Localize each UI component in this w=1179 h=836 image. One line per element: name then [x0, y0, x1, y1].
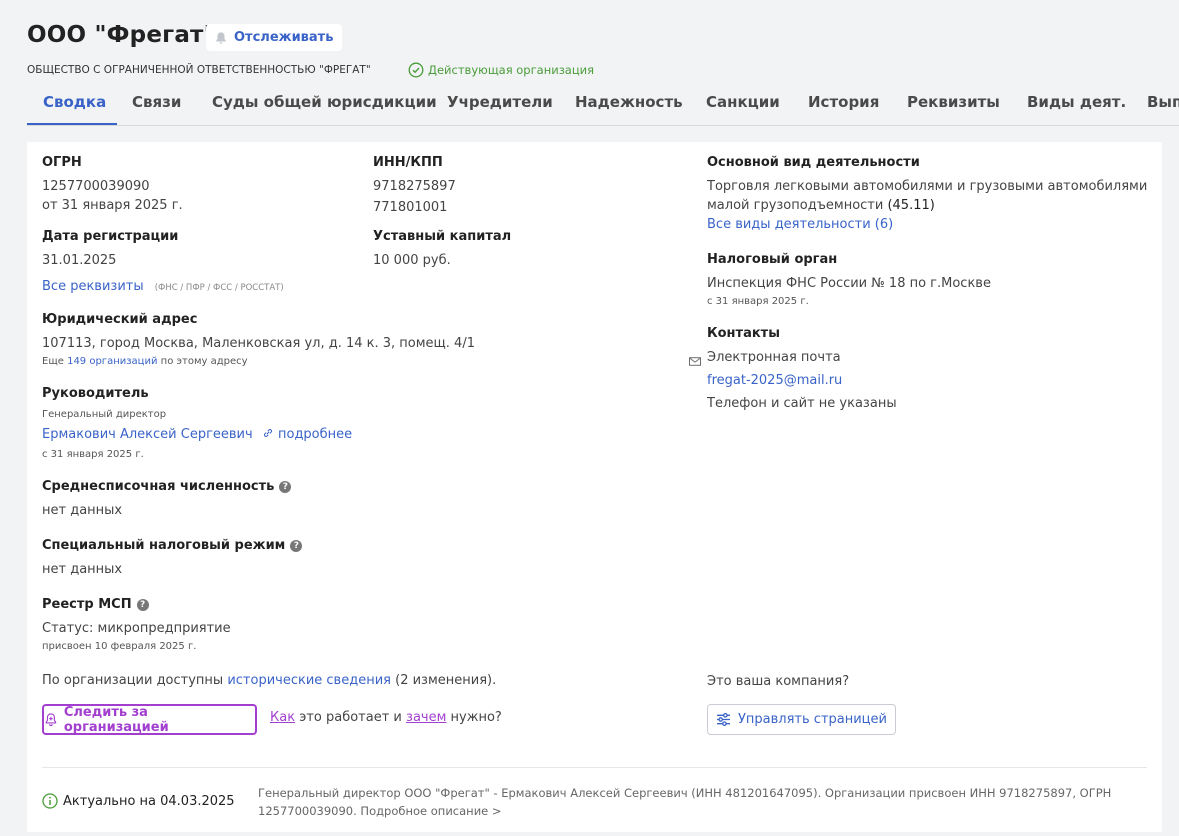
bell-plus-icon — [45, 713, 57, 727]
director-position: Генеральный директор — [42, 409, 167, 420]
follow-label: Отслеживать — [234, 30, 334, 45]
all-requisites-row: Все реквизиты (ФНС / ПФР / ФСС / РОССТАТ… — [42, 275, 284, 294]
ogrn-value: 1257700039090 — [42, 179, 150, 194]
tab-courts[interactable]: Суды общей юрисдикции — [212, 93, 437, 111]
actuality-date: Актуально на 04.03.2025 — [63, 793, 235, 809]
msp-status: Статус: микропредприятие — [42, 621, 231, 636]
bell-icon — [216, 31, 226, 44]
tab-founders[interactable]: Учредители — [447, 93, 553, 111]
tax-office-since: с 31 января 2025 г. — [707, 296, 809, 307]
activity-line1: Торговля легковыми автомобилями и грузов… — [707, 179, 1148, 194]
msp-assigned: присвоен 10 февраля 2025 г. — [42, 641, 197, 652]
tab-summary[interactable]: Сводка — [43, 93, 106, 111]
manage-page-label: Управлять страницей — [738, 712, 887, 727]
history-suffix: (2 изменения). — [395, 673, 497, 688]
history-link[interactable]: исторические сведения — [227, 673, 391, 688]
capital-value: 10 000 руб. — [373, 253, 451, 268]
status-text: Действующая организация — [428, 63, 595, 77]
capital-label: Уставный капитал — [373, 229, 512, 244]
check-circle-icon — [408, 62, 424, 78]
watch-help-mid: это работает и — [299, 710, 402, 725]
ogrn-label: ОГРН — [42, 155, 82, 170]
headcount-label-text: Среднесписочная численность — [42, 479, 275, 494]
director-label: Руководитель — [42, 386, 149, 401]
tax-office-label: Налоговый орган — [707, 252, 838, 267]
follow-button[interactable]: Отслеживать — [206, 24, 343, 51]
inn-value: 9718275897 — [373, 179, 456, 194]
company-full-name: ОБЩЕСТВО С ОГРАНИЧЕННОЙ ОТВЕТСТВЕННОСТЬЮ… — [27, 64, 371, 76]
tab-extract[interactable]: Вып — [1147, 93, 1179, 111]
activity-code: (45.11) — [887, 198, 935, 213]
address-orgs-link[interactable]: 149 организаций — [67, 356, 157, 367]
activity-label: Основной вид деятельности — [707, 155, 920, 170]
watch-organization-label: Следить за организацией — [63, 704, 169, 735]
activity-line2: малой грузоподъемности — [707, 198, 884, 213]
contacts-label: Контакты — [707, 326, 780, 341]
tab-sanctions[interactable]: Санкции — [706, 93, 780, 111]
mail-icon — [689, 351, 701, 370]
director-name-link[interactable]: Ермакович Алексей Сергеевич — [42, 427, 253, 442]
msp-label: Реестр МСП? — [42, 597, 149, 612]
reg-date-label: Дата регистрации — [42, 229, 179, 244]
watch-help-end: нужно? — [450, 710, 502, 725]
footer-description[interactable]: Генеральный директор ООО "Фрегат" - Ерма… — [258, 784, 1138, 820]
footer-divider — [42, 767, 1147, 768]
tax-office-value: Инспекция ФНС России № 18 по г.Москве — [707, 276, 991, 291]
help-icon[interactable]: ? — [290, 540, 303, 552]
manage-page-button[interactable]: Управлять страницей — [707, 704, 896, 735]
watch-organization-button[interactable]: Следить за организацией — [42, 704, 257, 735]
tab-activities[interactable]: Виды деят. — [1027, 93, 1126, 111]
status-badge: Действующая организация — [408, 62, 594, 78]
director-since: с 31 января 2025 г. — [42, 449, 144, 460]
address-more-suffix: по этому адресу — [160, 356, 248, 367]
address-label: Юридический адрес — [42, 312, 198, 327]
tab-requisites[interactable]: Реквизиты — [907, 93, 1000, 111]
history-note: По организации доступны исторические све… — [42, 673, 496, 688]
activity-line2-row: малой грузоподъемности (45.11) — [707, 198, 935, 213]
active-tab-indicator — [27, 123, 117, 125]
watch-help: Как это работает и зачем нужно? — [270, 710, 502, 725]
requisites-sources: (ФНС / ПФР / ФСС / РОССТАТ) — [154, 283, 284, 293]
tab-bar: Сводка Связи Суды общей юрисдикции Учред… — [27, 88, 1179, 126]
tab-reliability[interactable]: Надежность — [575, 93, 683, 111]
tax-regime-label-text: Специальный налоговый режим — [42, 538, 286, 553]
address-more: Еще 149 организаций по этому адресу — [42, 356, 248, 367]
headcount-value: нет данных — [42, 503, 123, 518]
info-icon — [42, 793, 58, 809]
help-icon[interactable]: ? — [279, 481, 292, 493]
msp-label-text: Реестр МСП — [42, 597, 132, 612]
summary-card: ОГРН 1257700039090 от 31 января 2025 г. … — [27, 142, 1162, 832]
director-row: Ермакович Алексей Сергеевич подробнее — [42, 427, 352, 442]
link-icon — [263, 429, 272, 437]
all-requisites-link[interactable]: Все реквизиты — [42, 279, 144, 294]
page-title: ООО "Фрегат" — [27, 22, 216, 48]
inn-label: ИНН/КПП — [373, 155, 443, 170]
how-link[interactable]: Как — [270, 710, 295, 725]
sliders-icon — [717, 713, 730, 726]
address-value: 107113, город Москва, Маленковская ул, д… — [42, 336, 475, 351]
why-link[interactable]: зачем — [406, 710, 446, 725]
email-label: Электронная почта — [707, 350, 841, 365]
help-icon[interactable]: ? — [136, 599, 149, 611]
address-more-prefix: Еще — [42, 356, 64, 367]
tax-regime-value: нет данных — [42, 562, 123, 577]
page-header: ООО "Фрегат" Отслеживать ОБЩЕСТВО С ОГРА… — [0, 0, 1179, 128]
kpp-value: 771801001 — [373, 200, 448, 215]
ogrn-date: от 31 января 2025 г. — [42, 198, 183, 213]
headcount-label: Среднесписочная численность? — [42, 479, 292, 494]
reg-date-value: 31.01.2025 — [42, 253, 117, 268]
history-prefix: По организации доступны — [42, 673, 224, 688]
all-activities-link[interactable]: Все виды деятельности (6) — [707, 217, 893, 232]
director-details-link[interactable]: подробнее — [278, 427, 352, 442]
own-company-question: Это ваша компания? — [707, 674, 850, 689]
actuality: Актуально на 04.03.2025 — [42, 793, 235, 809]
email-link[interactable]: fregat-2025@mail.ru — [707, 373, 842, 388]
phone-note: Телефон и сайт не указаны — [707, 396, 897, 411]
tab-links[interactable]: Связи — [132, 93, 181, 111]
tab-history[interactable]: История — [808, 93, 879, 111]
tax-regime-label: Специальный налоговый режим? — [42, 538, 303, 553]
